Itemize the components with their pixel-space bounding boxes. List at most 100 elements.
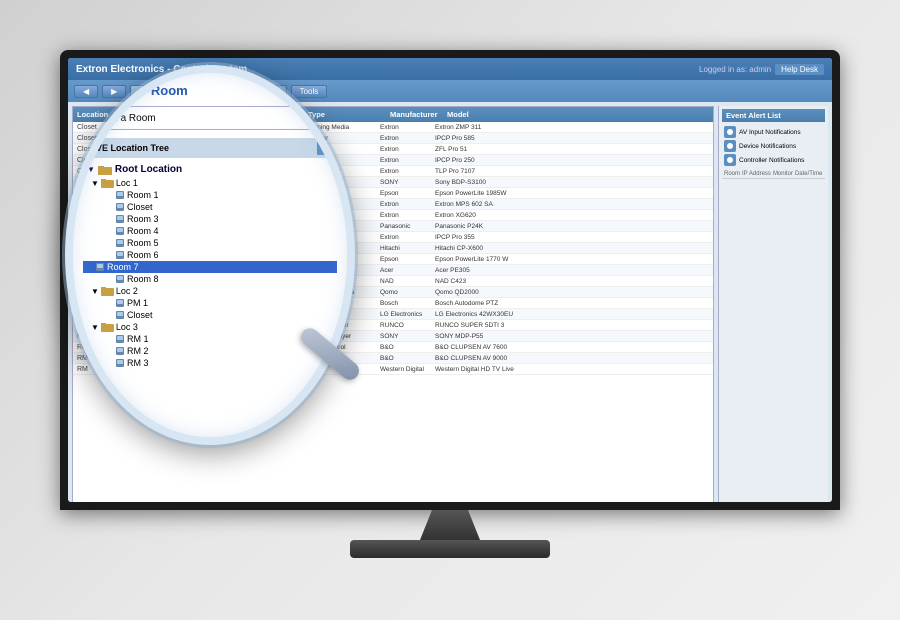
tree-item[interactable]: Room 4 bbox=[83, 225, 337, 237]
tree-expand-icon: ▼ bbox=[91, 287, 99, 296]
cell-manufacturer: Extron bbox=[380, 135, 433, 142]
cell-manufacturer: SONY bbox=[380, 333, 433, 340]
tree-item[interactable]: Room 3 bbox=[83, 213, 337, 225]
right-panel: Event Alert List AV Input Notifications … bbox=[718, 106, 828, 502]
device-icon bbox=[115, 250, 125, 260]
tree-item[interactable]: Closet bbox=[83, 201, 337, 213]
tree-item[interactable]: RM 1 bbox=[83, 333, 337, 345]
monitor-stand-base bbox=[350, 540, 550, 558]
tree-item[interactable]: Room 8 bbox=[83, 273, 337, 285]
alert-icon bbox=[724, 154, 736, 166]
tree-item[interactable]: ▼ Loc 2 bbox=[83, 285, 337, 297]
device-icon bbox=[115, 334, 125, 344]
cell-manufacturer: Western Digital bbox=[380, 366, 433, 373]
col-datetime: Date/Time bbox=[795, 171, 822, 177]
cell-manufacturer: Epson bbox=[380, 190, 433, 197]
cell-model: B&O CLUPSEN AV 9000 bbox=[435, 355, 709, 362]
alert-icon bbox=[724, 140, 736, 152]
alert-label: AV Input Notifications bbox=[739, 129, 801, 136]
tree-item[interactable]: Closet bbox=[83, 309, 337, 321]
cell-model: Bosch Autodome PTZ bbox=[435, 300, 709, 307]
nav-btn-tools[interactable]: Tools bbox=[291, 85, 328, 98]
cell-manufacturer: Extron bbox=[380, 168, 433, 175]
monitor-bezel: Extron Electronics - Control System Logg… bbox=[60, 50, 840, 510]
tree-expand-icon: ▼ bbox=[91, 323, 99, 332]
nav-btn-forward[interactable]: ▶ bbox=[102, 85, 126, 98]
device-icon bbox=[115, 298, 125, 308]
tree-item-text: PM 1 bbox=[127, 298, 148, 308]
cell-model: LG Electronics 42WX30EU bbox=[435, 311, 709, 318]
tree-item-text: Loc 2 bbox=[116, 286, 138, 296]
magnifier-overlay: Search for Room Select a Room ▼ GVE Loca… bbox=[65, 65, 355, 445]
root-location-label: Root Location bbox=[115, 164, 182, 175]
alert-item[interactable]: Controller Notifications bbox=[722, 153, 825, 167]
tree-item-text: Loc 3 bbox=[116, 322, 138, 332]
folder-icon bbox=[101, 322, 114, 332]
tree-item[interactable]: ▼ Loc 3 bbox=[83, 321, 337, 333]
cell-model: Panasonic P24K bbox=[435, 223, 709, 230]
cell-model: Extron MPS 602 SA bbox=[435, 201, 709, 208]
alert-item[interactable]: Device Notifications bbox=[722, 139, 825, 153]
tree-item[interactable]: Room 7 bbox=[83, 261, 337, 273]
tree-item[interactable]: ▼ Loc 1 bbox=[83, 177, 337, 189]
folder-icon bbox=[98, 164, 112, 175]
cell-model: Epson PowerLite 1770 W bbox=[435, 256, 709, 263]
right-panel-title: Event Alert List bbox=[722, 109, 825, 122]
col-room: Room bbox=[724, 171, 740, 177]
cell-model: SONY MDP-P55 bbox=[435, 333, 709, 340]
tree-item[interactable]: Room 6 bbox=[83, 249, 337, 261]
col-monitor: Monitor bbox=[773, 171, 793, 177]
cell-model: ZFL Pro 51 bbox=[435, 146, 709, 153]
tree-item-text: RM 1 bbox=[127, 334, 149, 344]
cell-manufacturer: Extron bbox=[380, 124, 433, 131]
cell-manufacturer: Extron bbox=[380, 201, 433, 208]
cell-model: IPCP Pro 585 bbox=[435, 135, 709, 142]
alert-col-headers: Room IP Address Monitor Date/Time bbox=[722, 170, 825, 179]
device-icon bbox=[115, 214, 125, 224]
root-location-item[interactable]: ▼ Root Location bbox=[83, 162, 337, 177]
tree-item[interactable]: Room 1 bbox=[83, 189, 337, 201]
device-icon bbox=[115, 274, 125, 284]
logged-in-text: Logged in as: admin bbox=[699, 65, 771, 74]
help-desk-button[interactable]: Help Desk bbox=[775, 64, 824, 75]
monitor: Extron Electronics - Control System Logg… bbox=[60, 50, 840, 570]
cell-manufacturer: B&O bbox=[380, 344, 433, 351]
device-icon bbox=[115, 310, 125, 320]
device-icon bbox=[115, 190, 125, 200]
tree-item-text: Loc 1 bbox=[116, 178, 138, 188]
alert-item[interactable]: AV Input Notifications bbox=[722, 125, 825, 139]
nav-btn-back[interactable]: ◀ bbox=[74, 85, 98, 98]
tree-header: GVE Location Tree − bbox=[83, 138, 337, 158]
tree-item-text: Room 5 bbox=[127, 238, 159, 248]
top-bar-right: Logged in as: admin Help Desk bbox=[699, 64, 824, 75]
tree-item-text: Closet bbox=[127, 202, 153, 212]
tree-header-label: GVE Location Tree bbox=[89, 143, 169, 153]
col-header-model: Model bbox=[447, 110, 537, 119]
cell-manufacturer: Extron bbox=[380, 157, 433, 164]
room-select-dropdown[interactable]: Select a Room ▼ bbox=[83, 106, 337, 130]
tree-item-text: Room 4 bbox=[127, 226, 159, 236]
cell-manufacturer: Acer bbox=[380, 267, 433, 274]
device-icon bbox=[115, 226, 125, 236]
alert-icon bbox=[724, 126, 736, 138]
alert-label: Controller Notifications bbox=[739, 157, 804, 164]
tree-item[interactable]: RM 3 bbox=[83, 357, 337, 369]
tree-item-text: Room 8 bbox=[127, 274, 159, 284]
root-expand-icon: ▼ bbox=[87, 165, 95, 174]
tree-item[interactable]: Room 5 bbox=[83, 237, 337, 249]
cell-model: B&O CLUPSEN AV 7600 bbox=[435, 344, 709, 351]
tree-item-text: Room 3 bbox=[127, 214, 159, 224]
tree-item[interactable]: PM 1 bbox=[83, 297, 337, 309]
alert-label: Device Notifications bbox=[739, 143, 796, 150]
tree-items-container: ▼ Loc 1 Room 1 Closet Room 3 bbox=[83, 177, 337, 369]
device-icon bbox=[95, 262, 105, 272]
cell-manufacturer: Panasonic bbox=[380, 223, 433, 230]
tree-item-text: Room 6 bbox=[127, 250, 159, 260]
tree-item[interactable]: RM 2 bbox=[83, 345, 337, 357]
cell-model: RUNCO SUPER 5DTI 3 bbox=[435, 322, 709, 329]
cell-model: IPCP Pro 355 bbox=[435, 234, 709, 241]
device-icon bbox=[115, 358, 125, 368]
device-icon bbox=[115, 238, 125, 248]
cell-manufacturer: NAD bbox=[380, 278, 433, 285]
folder-icon bbox=[101, 286, 114, 296]
